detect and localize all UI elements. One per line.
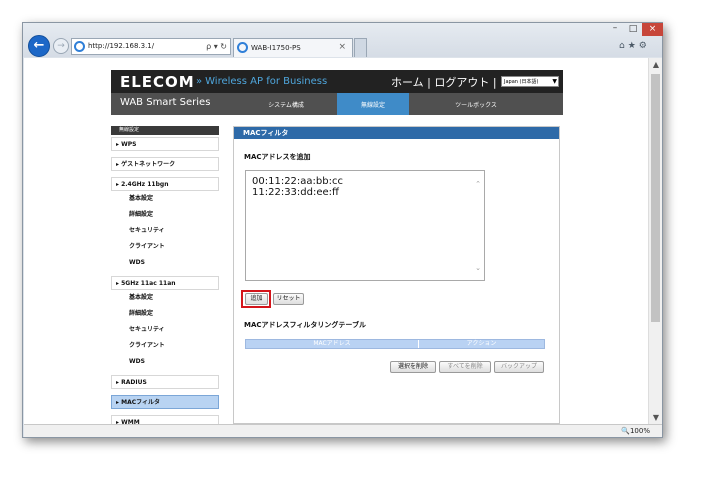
home-favorites-settings-icons[interactable]: ⌂★⚙ xyxy=(619,41,650,51)
tab-wireless-settings[interactable]: 無線設定 xyxy=(337,100,409,109)
tagline-chevron-icon: » xyxy=(196,76,203,87)
page-header: ELECOM » Wireless AP for Business ホーム | ロ… xyxy=(111,70,563,93)
sidebar-item-wmm[interactable]: ▸ WMM xyxy=(111,415,219,424)
main-nav: WAB Smart Series システム構成 無線設定 ツールボックス xyxy=(111,93,563,115)
tab-system-config[interactable]: システム構成 xyxy=(256,100,316,109)
scroll-down-arrow-icon[interactable]: ▼ xyxy=(649,413,663,422)
tab-close-icon[interactable]: × xyxy=(338,39,346,56)
sidebar-item-5ghz-client[interactable]: クライアント xyxy=(111,339,219,353)
maximize-button[interactable]: □ xyxy=(624,23,642,36)
scroll-up-arrow-icon[interactable]: ▲ xyxy=(649,60,663,69)
tab-title: WAB-I1750-PS xyxy=(251,44,301,52)
sidebar-item-wps[interactable]: ▸ WPS xyxy=(111,137,219,151)
mac-line: 00:11:22:aa:bb:cc xyxy=(252,176,343,187)
tagline-text: Wireless AP for Business xyxy=(205,76,328,87)
address-bar[interactable]: http://192.168.3.1/ ρ ▾ ↻ xyxy=(71,38,231,55)
tab-toolbox[interactable]: ツールボックス xyxy=(441,100,511,109)
language-select[interactable]: Japan (日本語) ▼ xyxy=(501,76,559,87)
minimize-button[interactable]: – xyxy=(606,23,624,36)
browser-tab[interactable]: WAB-I1750-PS × xyxy=(233,38,353,57)
add-mac-section-title: MACアドレスを追加 xyxy=(244,153,311,161)
ie-icon xyxy=(74,41,85,52)
home-logout-links[interactable]: ホーム | ログアウト | xyxy=(391,74,497,90)
sidebar-item-5ghz-security[interactable]: セキュリティ xyxy=(111,323,219,337)
forward-button[interactable]: → xyxy=(53,38,69,54)
sidebar-item-5ghz-wds[interactable]: WDS xyxy=(111,355,219,369)
mac-filter-table-header: MACアドレス アクション xyxy=(245,339,545,349)
browser-window: ← → http://192.168.3.1/ ρ ▾ ↻ WAB-I1750-… xyxy=(22,22,663,438)
address-url: http://192.168.3.1/ xyxy=(88,42,155,50)
mac-line: 11:22:33:dd:ee:ff xyxy=(252,187,339,198)
sidebar-heading: 無線設定 xyxy=(111,126,219,135)
sidebar-item-5ghz-basic[interactable]: 基本設定 xyxy=(111,291,219,305)
reset-button[interactable]: リセット xyxy=(273,293,304,305)
elecom-logo: ELECOM xyxy=(120,73,195,91)
sidebar-item-2-4ghz-advanced[interactable]: 詳細設定 xyxy=(111,208,219,222)
mac-address-textarea[interactable]: 00:11:22:aa:bb:cc 11:22:33:dd:ee:ff ⌃ ⌄ xyxy=(245,170,485,281)
sidebar: 無線設定 ▸ WPS ▸ ゲストネットワーク ▸ 2.4GHz 11bgn 基本… xyxy=(111,126,219,424)
panel-title: MACフィルタ xyxy=(234,127,559,139)
add-button[interactable]: 追加 xyxy=(245,293,268,305)
zoom-level[interactable]: 🔍100% xyxy=(621,425,650,437)
address-tools-icon[interactable]: ρ ▾ ↻ xyxy=(206,39,227,54)
sidebar-item-mac-filter[interactable]: ▸ MACフィルタ xyxy=(111,395,219,409)
chevron-down-icon: ▼ xyxy=(552,78,557,85)
new-tab-button[interactable] xyxy=(354,38,367,57)
sidebar-item-2-4ghz-security[interactable]: セキュリティ xyxy=(111,224,219,238)
mac-filter-panel: MACフィルタ MACアドレスを追加 00:11:22:aa:bb:cc 11:… xyxy=(233,126,560,424)
column-header-mac: MACアドレス xyxy=(246,340,419,348)
series-label: WAB Smart Series xyxy=(120,97,211,108)
filter-table-title: MACアドレスフィルタリングテーブル xyxy=(244,321,366,329)
language-value: Japan (日本語) xyxy=(504,79,539,85)
delete-selected-button[interactable]: 選択を削除 xyxy=(390,361,436,373)
sidebar-item-5ghz-advanced[interactable]: 詳細設定 xyxy=(111,307,219,321)
scrollbar-thumb[interactable] xyxy=(651,74,660,322)
tab-favicon-icon xyxy=(237,42,248,53)
tagline: » Wireless AP for Business xyxy=(196,76,327,87)
backup-button[interactable]: バックアップ xyxy=(494,361,544,373)
status-bar: 🔍100% xyxy=(24,424,662,437)
scroll-up-icon[interactable]: ⌃ xyxy=(475,179,481,190)
back-button[interactable]: ← xyxy=(28,35,50,57)
browser-toolbar: ← → http://192.168.3.1/ ρ ▾ ↻ WAB-I1750-… xyxy=(23,23,663,57)
close-window-button[interactable]: × xyxy=(642,23,663,36)
sidebar-item-radius[interactable]: ▸ RADIUS xyxy=(111,375,219,389)
sidebar-item-2-4ghz[interactable]: ▸ 2.4GHz 11bgn xyxy=(111,177,219,191)
sidebar-item-5ghz[interactable]: ▸ 5GHz 11ac 11an xyxy=(111,276,219,290)
sidebar-item-2-4ghz-wds[interactable]: WDS xyxy=(111,256,219,270)
sidebar-item-guest-network[interactable]: ▸ ゲストネットワーク xyxy=(111,157,219,171)
page-scrollbar[interactable]: ▲ ▼ xyxy=(648,58,662,424)
sidebar-item-2-4ghz-client[interactable]: クライアント xyxy=(111,240,219,254)
page-viewport: ELECOM » Wireless AP for Business ホーム | ロ… xyxy=(24,58,648,424)
column-header-action: アクション xyxy=(466,340,497,347)
sidebar-item-2-4ghz-basic[interactable]: 基本設定 xyxy=(111,192,219,206)
delete-all-button[interactable]: すべてを削除 xyxy=(439,361,491,373)
scroll-down-icon[interactable]: ⌄ xyxy=(475,263,481,274)
